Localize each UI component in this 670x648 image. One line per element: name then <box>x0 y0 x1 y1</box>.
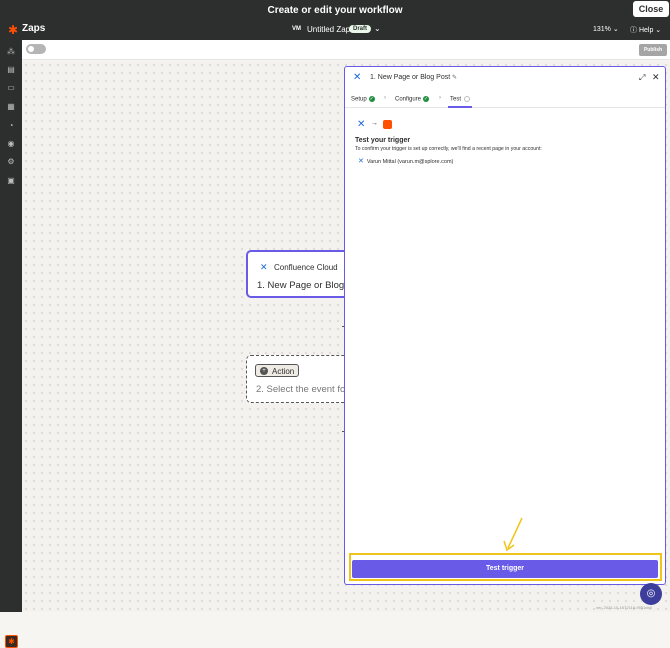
tab-setup-label: Setup <box>351 96 367 103</box>
panel-tabs: Setup ✓ › Configure ✓ › Test <box>345 91 665 108</box>
page-heading: Create or edit your workflow <box>267 5 403 16</box>
zapier-logo-icon[interactable]: ✱ <box>8 24 18 36</box>
panel-title[interactable]: 1. New Page or Blog Post <box>370 74 450 81</box>
pencil-icon[interactable]: ✎ <box>452 74 457 81</box>
tab-configure[interactable]: Configure ✓ <box>395 96 430 103</box>
help-label: Help <box>638 27 654 34</box>
confluence-icon: ✕ <box>353 72 362 83</box>
trigger-step-node[interactable]: ✕ Confluence Cloud 1. New Page or Blog P… <box>246 250 366 298</box>
zap-toggle[interactable] <box>26 44 46 54</box>
trigger-app-name: Confluence Cloud <box>274 263 338 272</box>
editor-toolbar <box>22 40 670 60</box>
pending-icon <box>464 96 471 102</box>
confluence-icon: ✕ <box>358 158 364 165</box>
support-chat-icon[interactable]: ◎ <box>640 583 662 605</box>
tab-configure-label: Configure <box>395 96 422 103</box>
history-icon[interactable]: ◔ <box>6 121 16 131</box>
chevron-right-icon: › <box>439 95 441 101</box>
version-label: ver. 2024-10-16T2116-9551de0 <box>596 605 652 610</box>
test-trigger-button[interactable]: Test trigger <box>352 560 658 578</box>
zapier-icon <box>383 120 392 129</box>
action-step-node[interactable]: + Action 2. Select the event for your ac… <box>246 355 398 403</box>
zap-name[interactable]: Untitled Zap <box>307 25 350 34</box>
action-badge: + Action <box>255 364 299 377</box>
step-details-panel: ✕ 1. New Page or Blog Post ✎ ⤢ ✕ Setup ✓ … <box>344 66 666 585</box>
action-badge-label: Action <box>272 367 295 376</box>
archive-icon[interactable]: ▣ <box>6 176 16 186</box>
top-bar: ✱ Zaps Create or edit your workflow Clos… <box>0 0 670 40</box>
test-title: Test your trigger <box>355 137 411 144</box>
check-icon: ✓ <box>423 96 430 102</box>
close-button[interactable]: Close <box>633 1 669 17</box>
tables-icon[interactable]: ▦ <box>6 102 16 112</box>
zoom-value: 131% <box>593 26 611 33</box>
connected-account: ✕ Varun Mittal (varun.m@splore.com) <box>358 157 453 165</box>
status-badge: Draft <box>349 25 372 33</box>
check-icon: ✓ <box>368 96 375 102</box>
arrow-right-icon: → <box>371 120 378 127</box>
activity-icon[interactable]: ◉ <box>6 139 16 149</box>
trigger-app-icons: ✕ → <box>357 119 437 131</box>
chevron-down-icon[interactable]: ⌄ <box>374 24 381 33</box>
plus-icon: + <box>260 367 268 375</box>
chat-icon[interactable]: ▭ <box>6 83 16 93</box>
account-label: Varun Mittal (varun.m@splore.com) <box>366 159 454 165</box>
tab-setup[interactable]: Setup ✓ <box>351 96 375 103</box>
app-title[interactable]: Zaps <box>22 23 45 34</box>
avatar[interactable]: VM <box>292 26 301 32</box>
zoom-level[interactable]: 131% ⌄ <box>593 25 619 33</box>
active-tab-indicator <box>448 106 472 108</box>
help-menu[interactable]: ⓘ Help ⌄ <box>630 25 661 35</box>
chevron-right-icon: › <box>384 95 386 101</box>
close-icon[interactable]: ✕ <box>652 72 660 83</box>
confluence-icon: ✕ <box>260 262 268 272</box>
annotation-arrow-icon <box>503 517 523 552</box>
editor-icon[interactable]: ✱ <box>5 635 18 648</box>
test-description: To confirm your trigger is set up correc… <box>355 146 542 152</box>
settings-icon[interactable]: ⚙ <box>6 157 16 167</box>
zaps-icon[interactable]: ▤ <box>6 65 16 75</box>
apps-icon[interactable]: ⁂ <box>6 47 16 57</box>
tab-test[interactable]: Test <box>450 96 471 103</box>
publish-button[interactable]: Publish <box>639 44 667 56</box>
left-sidebar: ⁂ ▤ ▭ ▦ ◔ ◉ ⚙ ▣ ✱ <box>0 40 22 648</box>
expand-icon[interactable]: ⤢ <box>639 73 645 83</box>
confluence-icon: ✕ <box>357 119 366 130</box>
tab-test-label: Test <box>450 96 462 103</box>
